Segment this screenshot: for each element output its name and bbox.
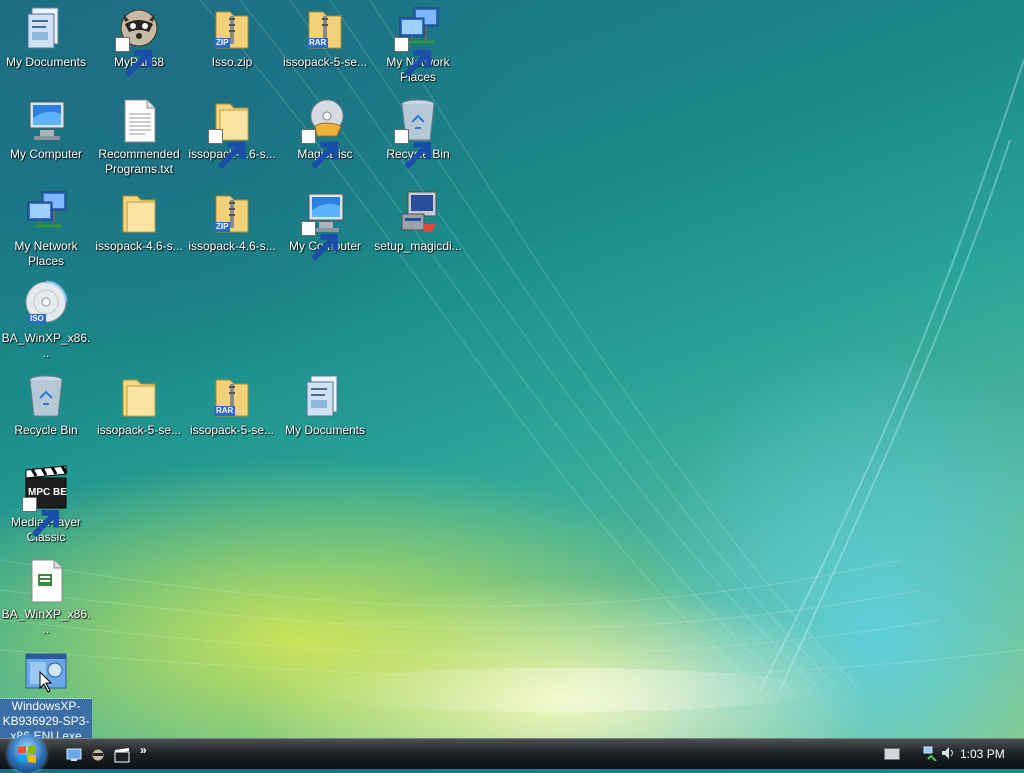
zip-archive-icon: ZIP bbox=[208, 4, 256, 52]
raccoon-app-icon bbox=[115, 4, 163, 78]
desktop-icon-windowsxp-sp3-exe[interactable]: WindowsXP-KB936929-SP3-x86-ENU.exe bbox=[0, 646, 92, 738]
documents-folder-icon bbox=[22, 4, 70, 52]
folder-icon bbox=[208, 96, 256, 170]
show-desktop-icon[interactable] bbox=[66, 747, 82, 763]
network-places-icon bbox=[394, 4, 442, 78]
shortcut-arrow-icon bbox=[301, 221, 339, 262]
iso-badge: ISO bbox=[28, 314, 46, 324]
rar-archive-icon: RAR bbox=[208, 372, 256, 420]
desktop-icon-mypal[interactable]: MyPal 68 bbox=[93, 2, 185, 78]
desktop-icon-magicdisc[interactable]: MagicDisc bbox=[279, 94, 371, 170]
desktop-icon-label: Recycle Bin bbox=[14, 423, 78, 437]
shortcut-arrow-icon bbox=[115, 37, 153, 78]
shortcut-arrow-icon bbox=[22, 497, 60, 538]
computer-icon bbox=[22, 96, 70, 144]
mypal-icon[interactable] bbox=[90, 747, 106, 763]
magicdisc-icon bbox=[301, 96, 349, 170]
desktop-icon-label: issopack-5-se... bbox=[96, 423, 182, 437]
desktop-icon-my-documents-2[interactable]: My Documents bbox=[279, 370, 371, 438]
desktop-icon-label: My Network Places bbox=[14, 239, 78, 268]
desktop-icon-label: My Computer bbox=[9, 147, 83, 161]
desktop-icon-label: WindowsXP-KB936929-SP3-x86-ENU.exe bbox=[0, 698, 92, 738]
mpc-be-icon[interactable] bbox=[114, 747, 130, 763]
installer-exe-icon bbox=[22, 648, 70, 696]
desktop-icon-label: BA_WinXP_x86... bbox=[1, 607, 91, 636]
folder-icon bbox=[115, 372, 163, 420]
keyboard-icon[interactable] bbox=[884, 748, 900, 760]
text-file-icon bbox=[115, 96, 163, 144]
desktop-icon-my-network-places[interactable]: My Network Places bbox=[372, 2, 464, 85]
windows-orb-icon bbox=[18, 745, 36, 763]
desktop-icon-ba-winxp-iso[interactable]: ISO BA_WinXP_x86... bbox=[0, 278, 92, 361]
desktop-icon-label: BA_WinXP_x86... bbox=[1, 331, 91, 360]
desktop-icon-recommended-programs[interactable]: Recommended Programs.txt bbox=[93, 94, 185, 177]
desktop-icon-my-network-places-2[interactable]: My Network Places bbox=[0, 186, 92, 269]
document-file-icon bbox=[22, 556, 70, 604]
desktop-icon-label: issopack-4.6-s... bbox=[95, 239, 183, 253]
desktop-icon-label: setup_magicdi... bbox=[374, 239, 462, 253]
recycle-bin-icon bbox=[22, 372, 70, 420]
desktop-icon-label: My Documents bbox=[284, 423, 366, 437]
desktop-icon-label: issopack-4.6-s... bbox=[188, 239, 276, 253]
shortcut-arrow-icon bbox=[394, 129, 432, 170]
desktop-icon-recycle-bin-2[interactable]: Recycle Bin bbox=[0, 370, 92, 438]
desktop-icon-label: issopack-5-se... bbox=[189, 423, 275, 437]
desktop-icon-issopack-folder-shortcut[interactable]: issopack-4.6-s... bbox=[186, 94, 278, 170]
rar-badge: RAR bbox=[214, 406, 236, 416]
zip-archive-icon: ZIP bbox=[208, 188, 256, 236]
network-places-icon bbox=[22, 188, 70, 236]
shortcut-arrow-icon bbox=[394, 37, 432, 78]
network-icon[interactable] bbox=[922, 745, 938, 762]
desktop-icon-my-computer[interactable]: My Computer bbox=[0, 94, 92, 162]
desktop-icon-my-documents[interactable]: My Documents bbox=[0, 2, 92, 70]
desktop-icon-isso-zip[interactable]: ZIP Isso.zip bbox=[186, 2, 278, 70]
shortcut-arrow-icon bbox=[301, 129, 339, 170]
taskbar-clock[interactable]: 1:03 PM bbox=[960, 747, 1005, 761]
documents-folder-icon bbox=[301, 372, 349, 420]
desktop-icon-label: My Documents bbox=[5, 55, 87, 69]
taskbar: » 1:03 PM bbox=[0, 735, 1024, 773]
shortcut-arrow-icon bbox=[208, 129, 246, 170]
folder-icon bbox=[115, 188, 163, 236]
desktop-icon-recycle-bin[interactable]: Recycle Bin bbox=[372, 94, 464, 170]
quick-launch-more-button[interactable]: » bbox=[140, 743, 147, 757]
desktop-icon-label: Isso.zip bbox=[211, 55, 253, 69]
desktop-icon-issopack-5-folder[interactable]: issopack-5-se... bbox=[93, 370, 185, 438]
zip-badge: ZIP bbox=[214, 222, 231, 232]
desktop-icon-issopack-rar[interactable]: RAR issopack-5-se... bbox=[279, 2, 371, 70]
iso-disc-icon: ISO bbox=[22, 280, 70, 328]
desktop-icon-label: issopack-5-se... bbox=[282, 55, 368, 69]
recycle-bin-icon bbox=[394, 96, 442, 170]
rar-archive-icon: RAR bbox=[301, 4, 349, 52]
desktop-icon-label: Recommended Programs.txt bbox=[98, 147, 180, 176]
desktop-icon-issopack-folder[interactable]: issopack-4.6-s... bbox=[93, 186, 185, 254]
desktop-icon-issopack-5-rar[interactable]: RAR issopack-5-se... bbox=[186, 370, 278, 438]
zip-badge: ZIP bbox=[214, 38, 231, 48]
desktop-icon-media-player-classic[interactable]: MPC BE Media Player Classic bbox=[0, 462, 92, 545]
setup-installer-icon bbox=[394, 188, 442, 236]
desktop-icon-issopack-zip[interactable]: ZIP issopack-4.6-s... bbox=[186, 186, 278, 254]
mpc-be-clapper-icon: MPC BE bbox=[22, 464, 70, 538]
desktop-icon-setup-magicdisc[interactable]: setup_magicdi... bbox=[372, 186, 464, 254]
start-button[interactable] bbox=[8, 735, 46, 773]
rar-badge: RAR bbox=[307, 38, 329, 48]
computer-icon bbox=[301, 188, 349, 262]
desktop-icon-my-computer-2[interactable]: My Computer bbox=[279, 186, 371, 262]
volume-icon[interactable] bbox=[940, 745, 956, 761]
desktop-icon-ba-winxp-doc[interactable]: BA_WinXP_x86... bbox=[0, 554, 92, 637]
